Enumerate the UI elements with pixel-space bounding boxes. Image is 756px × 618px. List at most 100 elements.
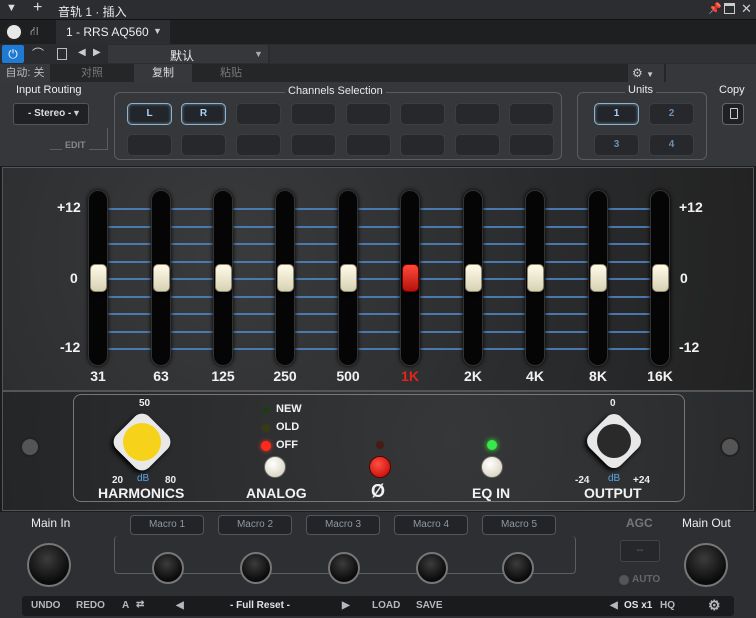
preset-name: 默认 <box>170 49 195 63</box>
band-500-label: 500 <box>336 368 360 384</box>
channel-slot[interactable] <box>181 134 226 156</box>
redo-button[interactable]: REDO <box>76 600 105 611</box>
band-16k-fader[interactable] <box>652 264 669 292</box>
automation-icon[interactable]: ⌒ <box>27 45 49 63</box>
preset-prev-icon[interactable]: ◀ <box>78 47 86 58</box>
dock-icon[interactable] <box>724 3 735 14</box>
routing-icon[interactable]: ⛙ <box>30 24 48 40</box>
macro-5-button[interactable]: Macro 5 <box>482 515 556 535</box>
macro-2-knob[interactable] <box>240 552 272 584</box>
scale-line <box>483 243 525 245</box>
scale-line <box>420 208 463 210</box>
scale-line <box>483 296 525 298</box>
channel-slot[interactable] <box>291 103 336 125</box>
channel-slot[interactable] <box>509 134 554 156</box>
band-63-fader[interactable] <box>153 264 170 292</box>
macro-4-button[interactable]: Macro 4 <box>394 515 468 535</box>
settings-gear-icon[interactable]: ⚙ ▼ <box>628 64 664 82</box>
harmonics-label: HARMONICS <box>98 485 185 501</box>
macro-5-knob[interactable] <box>502 552 534 584</box>
analog-button[interactable] <box>264 456 286 478</box>
undo-button[interactable]: UNDO <box>31 600 60 611</box>
macro-1-knob[interactable] <box>152 552 184 584</box>
preset-prev-icon[interactable]: ◀ <box>176 600 184 611</box>
scale-line <box>358 296 400 298</box>
channel-slot[interactable] <box>346 103 391 125</box>
unit-1-button[interactable]: 1 <box>594 103 639 125</box>
unit-4-button[interactable]: 4 <box>649 134 694 156</box>
os-prev-icon[interactable]: ◀ <box>610 600 618 611</box>
scale-line <box>233 278 275 280</box>
phase-button[interactable] <box>369 456 391 478</box>
power-button[interactable]: ⏻ <box>2 45 24 63</box>
preset-row: ⏻ ⌒ ◀ ▶ 默认 ▼ <box>0 44 756 64</box>
ab-copy-icon[interactable]: ⇄ <box>136 599 144 610</box>
hq-button[interactable]: HQ <box>660 600 675 611</box>
channel-slot[interactable] <box>127 134 172 156</box>
macro-4-knob[interactable] <box>416 552 448 584</box>
macro-2-button[interactable]: Macro 2 <box>218 515 292 535</box>
footer-preset-name[interactable]: - Full Reset - <box>230 600 290 611</box>
chevron-down-icon: ▼ <box>72 108 81 118</box>
band-500-fader[interactable] <box>340 264 357 292</box>
settings-filler <box>666 64 756 82</box>
main-out-knob[interactable] <box>684 543 728 587</box>
copy-button[interactable]: 复制 <box>134 64 192 82</box>
scale-line <box>608 243 650 245</box>
channel-l-button[interactable]: L <box>127 103 172 125</box>
band-8k-fader[interactable] <box>590 264 607 292</box>
channel-slot[interactable] <box>455 103 500 125</box>
unit-3-button[interactable]: 3 <box>594 134 639 156</box>
oversampling-value[interactable]: OS x1 <box>624 600 652 611</box>
channel-slot[interactable] <box>291 134 336 156</box>
ab-button[interactable]: A <box>122 600 129 611</box>
band-31-fader[interactable] <box>90 264 107 292</box>
band-125-fader[interactable] <box>215 264 232 292</box>
copy-units-button[interactable] <box>722 103 744 125</box>
paste-button[interactable]: 粘贴 <box>196 64 266 82</box>
compare-button[interactable]: 对照 <box>52 64 132 82</box>
channel-slot[interactable] <box>346 134 391 156</box>
phase-label: Ø <box>371 481 386 501</box>
preset-dropdown[interactable]: 默认 ▼ <box>108 45 268 63</box>
mode-old-led <box>261 423 271 433</box>
load-button[interactable]: LOAD <box>372 600 400 611</box>
agc-label: AGC <box>626 516 653 530</box>
channel-slot[interactable] <box>236 103 281 125</box>
collapse-icon[interactable]: ▼ <box>6 2 17 14</box>
scale-line <box>545 208 588 210</box>
macro-3-button[interactable]: Macro 3 <box>306 515 380 535</box>
unit-2-button[interactable]: 2 <box>649 103 694 125</box>
channel-slot[interactable] <box>400 134 445 156</box>
channel-slot[interactable] <box>236 134 281 156</box>
band-250-fader[interactable] <box>277 264 294 292</box>
close-icon[interactable]: ✕ <box>741 1 752 17</box>
auto-off-button[interactable]: 自动: 关 <box>0 64 50 82</box>
channel-slot[interactable] <box>400 103 445 125</box>
scale-line <box>295 261 338 263</box>
band-4k-fader[interactable] <box>527 264 544 292</box>
channel-slot[interactable] <box>455 134 500 156</box>
preset-next-icon[interactable]: ▶ <box>93 47 101 58</box>
edit-button[interactable]: EDIT <box>62 140 89 150</box>
save-button[interactable]: SAVE <box>416 600 443 611</box>
scale-line <box>608 208 650 210</box>
eq-band-container: 31 63 125 250 500 1K 2K 4K 8K 16K <box>3 168 753 390</box>
preset-next-icon[interactable]: ▶ <box>342 600 350 611</box>
macro-3-knob[interactable] <box>328 552 360 584</box>
channel-r-button[interactable]: R <box>181 103 226 125</box>
preset-browser-icon[interactable] <box>57 48 67 60</box>
band-2k-fader[interactable] <box>465 264 482 292</box>
macro-1-button[interactable]: Macro 1 <box>130 515 204 535</box>
auto-led[interactable] <box>619 575 629 585</box>
band-125-label: 125 <box>211 368 235 384</box>
channel-slot[interactable] <box>509 103 554 125</box>
footer-settings-icon[interactable]: ⚙ <box>708 597 721 614</box>
band-1k-fader[interactable] <box>402 264 419 292</box>
add-icon[interactable]: + <box>33 0 42 17</box>
scale-line <box>295 243 338 245</box>
input-routing-dropdown[interactable]: - Stereo - ▼ <box>13 103 89 125</box>
track-selector[interactable]: 1 - RRS AQ560 ▼ <box>56 20 170 44</box>
eq-in-button[interactable] <box>481 456 503 478</box>
pin-icon[interactable]: 📌 <box>708 2 722 15</box>
